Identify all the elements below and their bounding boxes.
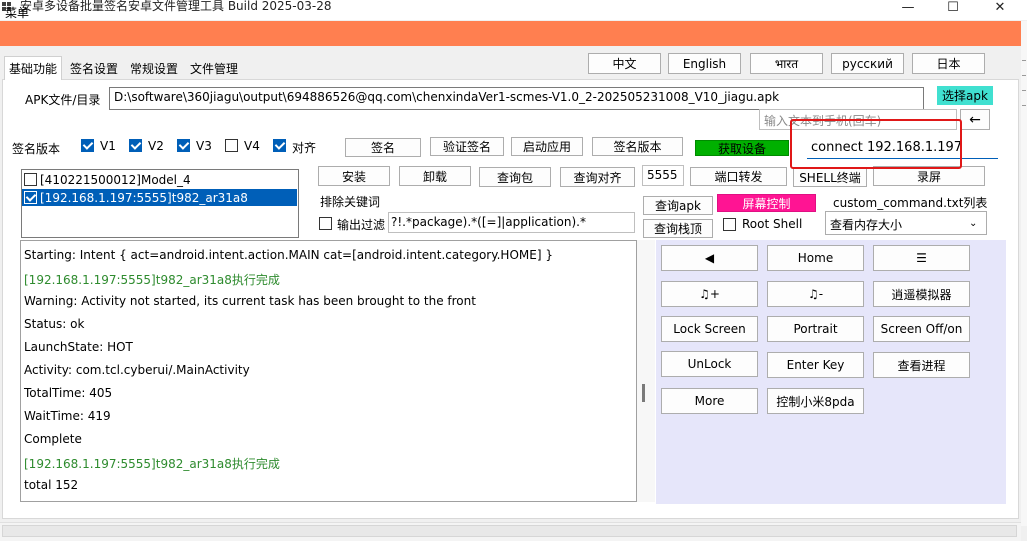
- home-button[interactable]: Home: [767, 245, 864, 271]
- back-button[interactable]: ◀: [661, 245, 758, 271]
- v2-checkbox[interactable]: [129, 139, 142, 152]
- strip-mark: [1022, 60, 1026, 61]
- strip-mark: [1022, 90, 1026, 91]
- chevron-down-icon: ⌄: [969, 218, 978, 229]
- memory-select[interactable]: 查看内存大小: [825, 211, 987, 235]
- close-button[interactable]: ✕: [977, 0, 1023, 15]
- log-line: [192.168.1.197:5555]t982_ar31a8执行完成: [24, 457, 280, 471]
- verify-sign-button[interactable]: 验证签名: [430, 137, 504, 156]
- view-process-button[interactable]: 查看进程: [873, 352, 970, 378]
- unlock-button[interactable]: UnLock: [661, 351, 758, 377]
- sign-version-button[interactable]: 签名版本: [592, 137, 683, 156]
- device-label: [192.168.1.197:5555]t982_ar31a8: [40, 190, 248, 205]
- emulator-button[interactable]: 逍遥模拟器: [873, 281, 970, 307]
- record-screen-button[interactable]: 录屏: [873, 166, 985, 186]
- menu-item[interactable]: 菜单: [5, 4, 29, 21]
- custom-command-label: custom_command.txt列表: [833, 196, 988, 210]
- lang-russian-button[interactable]: русский: [831, 53, 904, 74]
- log-line: total 152: [24, 478, 79, 492]
- log-scroll-thumb[interactable]: [642, 384, 645, 402]
- v2-label: V2: [148, 139, 164, 153]
- portrait-button[interactable]: Portrait: [767, 316, 864, 342]
- device-label: [410221500012]Model_4: [40, 172, 191, 187]
- strip-mark: [1022, 75, 1026, 76]
- root-shell-label: Root Shell: [742, 217, 803, 231]
- align-label: 对齐: [292, 141, 317, 155]
- lang-chinese-button[interactable]: 中文: [588, 53, 661, 74]
- v1-label: V1: [100, 139, 116, 153]
- log-scrollbar[interactable]: [637, 240, 655, 502]
- root-shell-checkbox[interactable]: [723, 218, 736, 231]
- lang-english-button[interactable]: English: [668, 53, 741, 74]
- lock-screen-button[interactable]: Lock Screen: [661, 316, 758, 342]
- volume-down-button[interactable]: ♫-: [767, 281, 864, 307]
- sign-version-label: 签名版本: [12, 142, 61, 156]
- log-output[interactable]: Starting: Intent { act=android.intent.ac…: [20, 240, 637, 502]
- device-item-selected[interactable]: [192.168.1.197:5555]t982_ar31a8: [22, 189, 297, 206]
- menu-bar: [0, 21, 1021, 46]
- apk-path-input[interactable]: D:\software\360jiagu\output\694886526@qq…: [109, 87, 924, 110]
- device-item[interactable]: [410221500012]Model_4: [22, 171, 297, 188]
- v1-checkbox[interactable]: [81, 139, 94, 152]
- query-stack-top-button[interactable]: 查询栈顶: [643, 219, 713, 238]
- enter-key-button[interactable]: Enter Key: [767, 352, 864, 378]
- log-line: TotalTime: 405: [24, 386, 113, 400]
- shell-terminal-button[interactable]: SHELL终端: [793, 168, 867, 187]
- log-line: Warning: Activity not started, its curre…: [24, 294, 476, 308]
- filter-regex-input[interactable]: ?!.*package).*([=]|application).*: [388, 212, 635, 233]
- log-line: Activity: com.tcl.cyberui/.MainActivity: [24, 363, 250, 377]
- query-apk-button[interactable]: 查询apk: [643, 196, 713, 215]
- minimize-button[interactable]: —: [885, 0, 931, 15]
- volume-up-button[interactable]: ♫+: [661, 281, 758, 307]
- tab-signing-settings[interactable]: 签名设置: [66, 58, 122, 80]
- output-filter-checkbox[interactable]: [319, 217, 332, 230]
- log-line: Starting: Intent { act=android.intent.ac…: [24, 248, 553, 262]
- tab-basic[interactable]: 基础功能: [4, 56, 63, 80]
- tab-general-settings[interactable]: 常规设置: [126, 58, 182, 80]
- memory-select-value: 查看内存大小: [830, 218, 903, 232]
- more-button[interactable]: More: [661, 388, 758, 414]
- tab-file-management[interactable]: 文件管理: [186, 58, 242, 80]
- v3-label: V3: [196, 139, 212, 153]
- install-button[interactable]: 安装: [318, 166, 390, 186]
- window-title: 安卓多设备批量签名安卓文件管理工具 Build 2025-03-28: [20, 0, 332, 13]
- apk-label: APK文件/目录: [25, 93, 101, 107]
- right-scroll-strip[interactable]: [1021, 21, 1027, 526]
- horizontal-scroll-thumb[interactable]: [2, 525, 1017, 537]
- output-filter-label: 输出过滤: [337, 218, 386, 232]
- log-line: [192.168.1.197:5555]t982_ar31a8执行完成: [24, 273, 280, 287]
- align-checkbox[interactable]: [273, 139, 286, 152]
- query-align-button[interactable]: 查询对齐: [560, 167, 635, 187]
- query-package-button[interactable]: 查询包: [479, 167, 551, 187]
- v4-checkbox[interactable]: [225, 139, 238, 152]
- screen-control-button[interactable]: 屏幕控制: [717, 194, 816, 212]
- v3-checkbox[interactable]: [177, 139, 190, 152]
- highlight-box: [790, 119, 962, 169]
- log-line: Complete: [24, 432, 82, 446]
- send-text-button[interactable]: ←: [960, 109, 990, 130]
- lang-japanese-button[interactable]: 日本: [912, 53, 985, 74]
- launch-app-button[interactable]: 启动应用: [511, 137, 583, 156]
- device-checkbox[interactable]: [24, 191, 37, 204]
- sign-button[interactable]: 签名: [345, 138, 421, 157]
- device-checkbox[interactable]: [24, 173, 37, 186]
- menu-button[interactable]: ☰: [873, 245, 970, 271]
- port-input[interactable]: 5555: [642, 165, 684, 186]
- uninstall-button[interactable]: 卸载: [399, 166, 471, 186]
- strip-mark: [1022, 105, 1026, 106]
- v4-label: V4: [244, 139, 260, 153]
- log-line: LaunchState: HOT: [24, 340, 133, 354]
- control-xiaomi-button[interactable]: 控制小米8pda: [767, 388, 864, 414]
- exclude-keywords-label: 排除关键词: [320, 195, 381, 209]
- get-device-button[interactable]: 获取设备: [695, 140, 789, 156]
- screen-off-on-button[interactable]: Screen Off/on: [873, 316, 970, 342]
- lang-hindi-button[interactable]: भारत: [750, 53, 823, 74]
- log-line: Status: ok: [24, 317, 85, 331]
- log-line: WaitTime: 419: [24, 409, 111, 423]
- port-forward-button[interactable]: 端口转发: [690, 167, 787, 186]
- select-apk-button[interactable]: 选择apk: [937, 86, 993, 105]
- maximize-button[interactable]: ☐: [930, 0, 976, 15]
